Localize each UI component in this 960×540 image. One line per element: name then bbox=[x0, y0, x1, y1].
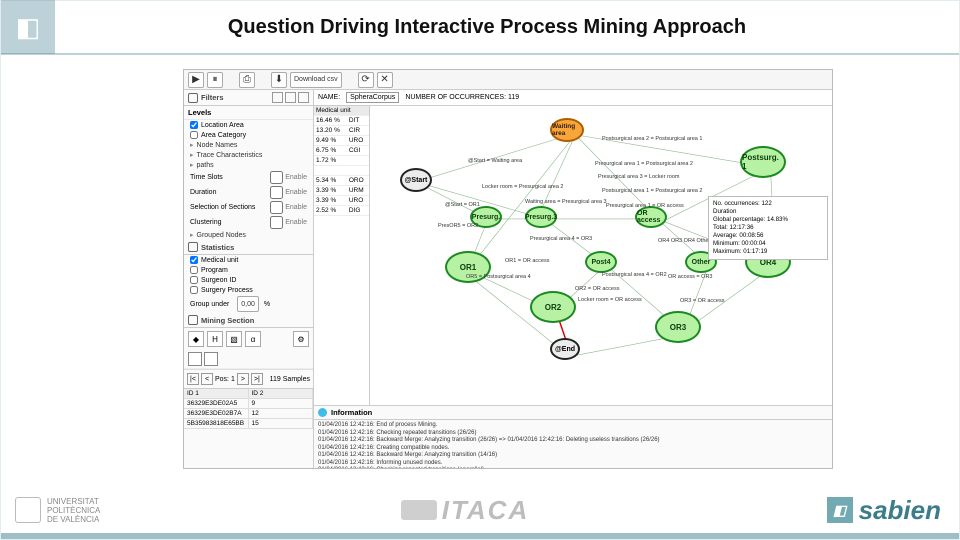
filter-area-category[interactable]: Area Category bbox=[184, 130, 313, 140]
app-window: ▶ ⏸ ⎙ ⬇ Download csv ⟳ ✕ Filters Levels bbox=[183, 69, 833, 469]
upv-logo: UNIVERSITATPOLITÈCNICADE VALÈNCIA bbox=[1, 497, 201, 524]
filter-location-area[interactable]: Location Area bbox=[184, 120, 313, 130]
filters-header[interactable]: Filters bbox=[184, 90, 313, 106]
filter-opt-1-icon[interactable] bbox=[272, 92, 283, 103]
group-under-row: Group under 0,00 % bbox=[184, 295, 313, 313]
sabien-logo: ◧ sabien bbox=[729, 495, 959, 526]
node-oraccess[interactable]: OR access bbox=[635, 206, 667, 228]
mining-heuristic-icon[interactable]: H bbox=[207, 331, 223, 347]
mining-alpha-icon[interactable]: α bbox=[245, 331, 261, 347]
node-info-box: No. occurrences: 122 Duration Global per… bbox=[708, 196, 828, 260]
view-buttons bbox=[184, 350, 313, 369]
last-button[interactable]: >| bbox=[251, 373, 263, 385]
process-graph[interactable]: @Start Waiting area Postsurg. 1 Presurg.… bbox=[370, 106, 832, 405]
stat-program[interactable]: Program bbox=[184, 265, 313, 275]
next-button[interactable]: > bbox=[237, 373, 249, 385]
node-start[interactable]: @Start bbox=[400, 168, 432, 192]
node-end[interactable]: @End bbox=[550, 338, 580, 360]
stats-field-name: Medical unit bbox=[314, 106, 369, 116]
app-toolbar: ▶ ⏸ ⎙ ⬇ Download csv ⟳ ✕ bbox=[184, 70, 832, 90]
mining-settings-icon[interactable]: ⚙ bbox=[293, 331, 309, 347]
itaca-logo: ITACA bbox=[201, 495, 729, 526]
pause-icon[interactable]: ⏸ bbox=[207, 72, 223, 88]
stat-surgeon-id[interactable]: Surgeon ID bbox=[184, 275, 313, 285]
paths-row[interactable]: ▸paths bbox=[184, 160, 313, 170]
corpus-name: SpheraCorpus bbox=[346, 92, 399, 103]
bottom-border bbox=[1, 533, 959, 539]
stats-icon bbox=[188, 242, 198, 252]
slide-footer: UNIVERSITATPOLITÈCNICADE VALÈNCIA ITACA … bbox=[1, 481, 959, 539]
duration-row[interactable]: DurationEnable bbox=[184, 185, 313, 200]
node-or2[interactable]: OR2 bbox=[530, 291, 576, 323]
pick-icon bbox=[188, 315, 198, 325]
node-postsurg1[interactable]: Postsurg. 1 bbox=[740, 146, 786, 178]
node-waiting[interactable]: Waiting area bbox=[550, 118, 584, 142]
information-panel: Information 01/04/2016 12:42:16: End of … bbox=[314, 405, 832, 468]
sidebar: Filters Levels Location Area Area Catego… bbox=[184, 90, 314, 468]
statistics-header[interactable]: Statistics bbox=[184, 240, 313, 255]
node-names-row[interactable]: ▸Node Names bbox=[184, 140, 313, 150]
sabien-icon: ◧ bbox=[827, 497, 853, 523]
slide-title: Question Driving Interactive Process Min… bbox=[15, 16, 959, 39]
mining-icons: ◆ H ▧ α ⚙ bbox=[184, 328, 313, 350]
node-or3[interactable]: OR3 bbox=[655, 311, 701, 343]
download-icon[interactable]: ⬇ bbox=[271, 72, 287, 88]
prev-button[interactable]: < bbox=[201, 373, 213, 385]
view-grid-icon[interactable] bbox=[188, 352, 202, 366]
node-presurg3[interactable]: Presurg.3 bbox=[525, 206, 557, 228]
refresh-icon[interactable]: ⟳ bbox=[358, 72, 374, 88]
section-selection-row[interactable]: Selection of SectionsEnable bbox=[184, 200, 313, 215]
col-id2[interactable]: ID 2 bbox=[249, 389, 314, 399]
clustering-row[interactable]: ClusteringEnable bbox=[184, 215, 313, 230]
filter-opt-2-icon[interactable] bbox=[285, 92, 296, 103]
time-slots-row[interactable]: Time SlotsEnable bbox=[184, 170, 313, 185]
download-csv-button[interactable]: Download csv bbox=[290, 72, 342, 88]
info-icon bbox=[318, 408, 327, 417]
funnel-icon bbox=[188, 93, 198, 103]
slide-header: ◧ Question Driving Interactive Process M… bbox=[1, 1, 959, 55]
main-area: NAME: SpheraCorpus NUMBER OF OCCURRENCES… bbox=[314, 90, 832, 468]
graph-header: NAME: SpheraCorpus NUMBER OF OCCURRENCES… bbox=[314, 90, 832, 106]
node-postsurg4[interactable]: Post4 bbox=[585, 251, 617, 273]
first-button[interactable]: |< bbox=[187, 373, 199, 385]
mining-palia-icon[interactable]: ◆ bbox=[188, 331, 204, 347]
slide-root: ◧ Question Driving Interactive Process M… bbox=[0, 0, 960, 540]
mining-inductive-icon[interactable]: ▧ bbox=[226, 331, 242, 347]
filter-opt-3-icon[interactable] bbox=[298, 92, 309, 103]
levels-label: Levels bbox=[184, 106, 313, 120]
grouped-nodes-row[interactable]: ▸Grouped Nodes bbox=[184, 230, 313, 240]
id-grid: ID 1 ID 2 36329E3DE02A59 36329E3DE02B7A1… bbox=[184, 388, 313, 429]
print-icon[interactable]: ⎙ bbox=[239, 72, 255, 88]
location-area-checkbox[interactable] bbox=[190, 121, 198, 129]
close-icon[interactable]: ✕ bbox=[377, 72, 393, 88]
trace-characteristics-row[interactable]: ▸Trace Characteristics bbox=[184, 150, 313, 160]
stat-medical-unit[interactable]: Medical unit bbox=[184, 255, 313, 265]
view-graph-icon[interactable] bbox=[204, 352, 218, 366]
col-id1[interactable]: ID 1 bbox=[184, 389, 249, 399]
stats-table: Medical unit 16.46 %DIT 13.20 %CIR 9.49 … bbox=[314, 106, 370, 405]
area-category-checkbox[interactable] bbox=[190, 131, 198, 139]
trace-nav: |< < Pos: 1 > >| 119 Samples bbox=[184, 369, 313, 388]
play-icon[interactable]: ▶ bbox=[188, 72, 204, 88]
stat-surgery-process[interactable]: Surgery Process bbox=[184, 285, 313, 295]
mining-section-header[interactable]: Mining Section bbox=[184, 313, 313, 328]
